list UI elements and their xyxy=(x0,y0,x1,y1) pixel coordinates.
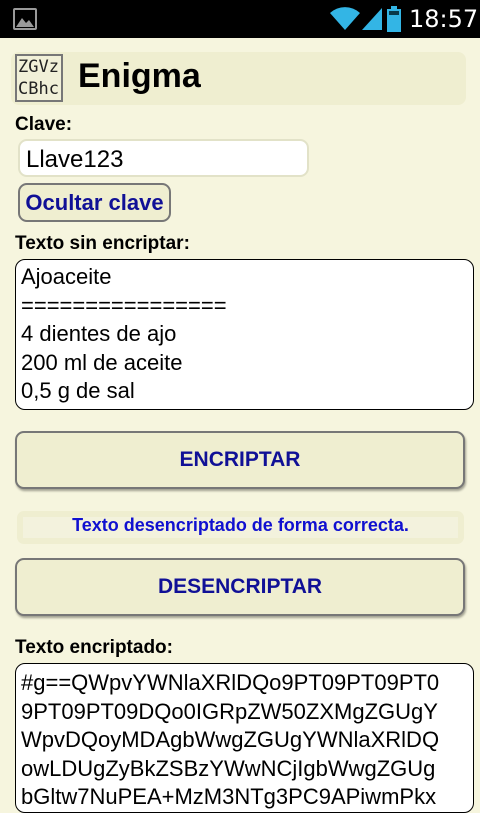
encrypted-text-line: 9PT09PT09DQo0IGRpZW50ZXMgZGUgY xyxy=(21,698,438,724)
logo-line: ZGVz xyxy=(18,57,59,77)
plain-text-line: 200 ml de aceite xyxy=(21,349,183,375)
app-header: ZGVz CBhc Enigma xyxy=(11,52,466,105)
hide-key-button[interactable]: Ocultar clave xyxy=(18,183,171,222)
status-message-box: Texto desencriptado de forma correcta. xyxy=(17,511,464,544)
plain-text-line: 4 dientes de ajo xyxy=(21,321,177,346)
encrypted-text-line: WpvDQoyMDAgbWwgZGUgYWNlaXRlDQ xyxy=(21,727,440,752)
encrypted-text-line: owLDUgZyBkZSBzYWwNCjIgbWwgZGUg xyxy=(21,755,436,781)
key-label: Clave: xyxy=(15,114,73,135)
plain-text-label: Texto sin encriptar: xyxy=(15,233,190,254)
gallery-icon xyxy=(13,8,37,30)
logo-line: CBhc xyxy=(18,79,59,99)
wifi-icon xyxy=(330,7,360,31)
encrypt-button[interactable]: ENCRIPTAR xyxy=(15,431,465,489)
plain-text-line: ================ xyxy=(21,292,227,318)
plain-text-line: Ajoaceite xyxy=(21,264,112,289)
encrypted-text-line: bGltw7NuPEA+MzM3NTg3PC9APiwmPkx xyxy=(21,784,437,809)
plain-text-line: 0,5 g de sal xyxy=(21,378,135,403)
decrypt-button[interactable]: DESENCRIPTAR xyxy=(15,558,465,616)
app-content: ZGVz CBhc Enigma Clave: Llave123 Ocultar… xyxy=(0,38,480,813)
plain-text-area[interactable]: Ajoaceite ================ 4 dientes de … xyxy=(15,259,474,410)
clock: 18:57 xyxy=(409,5,479,33)
status-bar: 18:57 xyxy=(0,0,480,38)
battery-icon xyxy=(387,6,401,32)
encrypted-text-area[interactable]: #g==QWpvYWNlaXRlDQo9PT09PT09PT0 9PT09PT0… xyxy=(15,663,474,813)
status-message: Texto desencriptado de forma correcta. xyxy=(72,515,409,535)
encrypted-text-line: #g==QWpvYWNlaXRlDQo9PT09PT09PT0 xyxy=(21,670,440,695)
app-title: Enigma xyxy=(78,57,201,95)
app-logo: ZGVz CBhc xyxy=(15,54,63,102)
encrypted-text-label: Texto encriptado: xyxy=(15,637,173,658)
signal-icon xyxy=(362,8,382,30)
key-input[interactable]: Llave123 xyxy=(18,139,309,177)
